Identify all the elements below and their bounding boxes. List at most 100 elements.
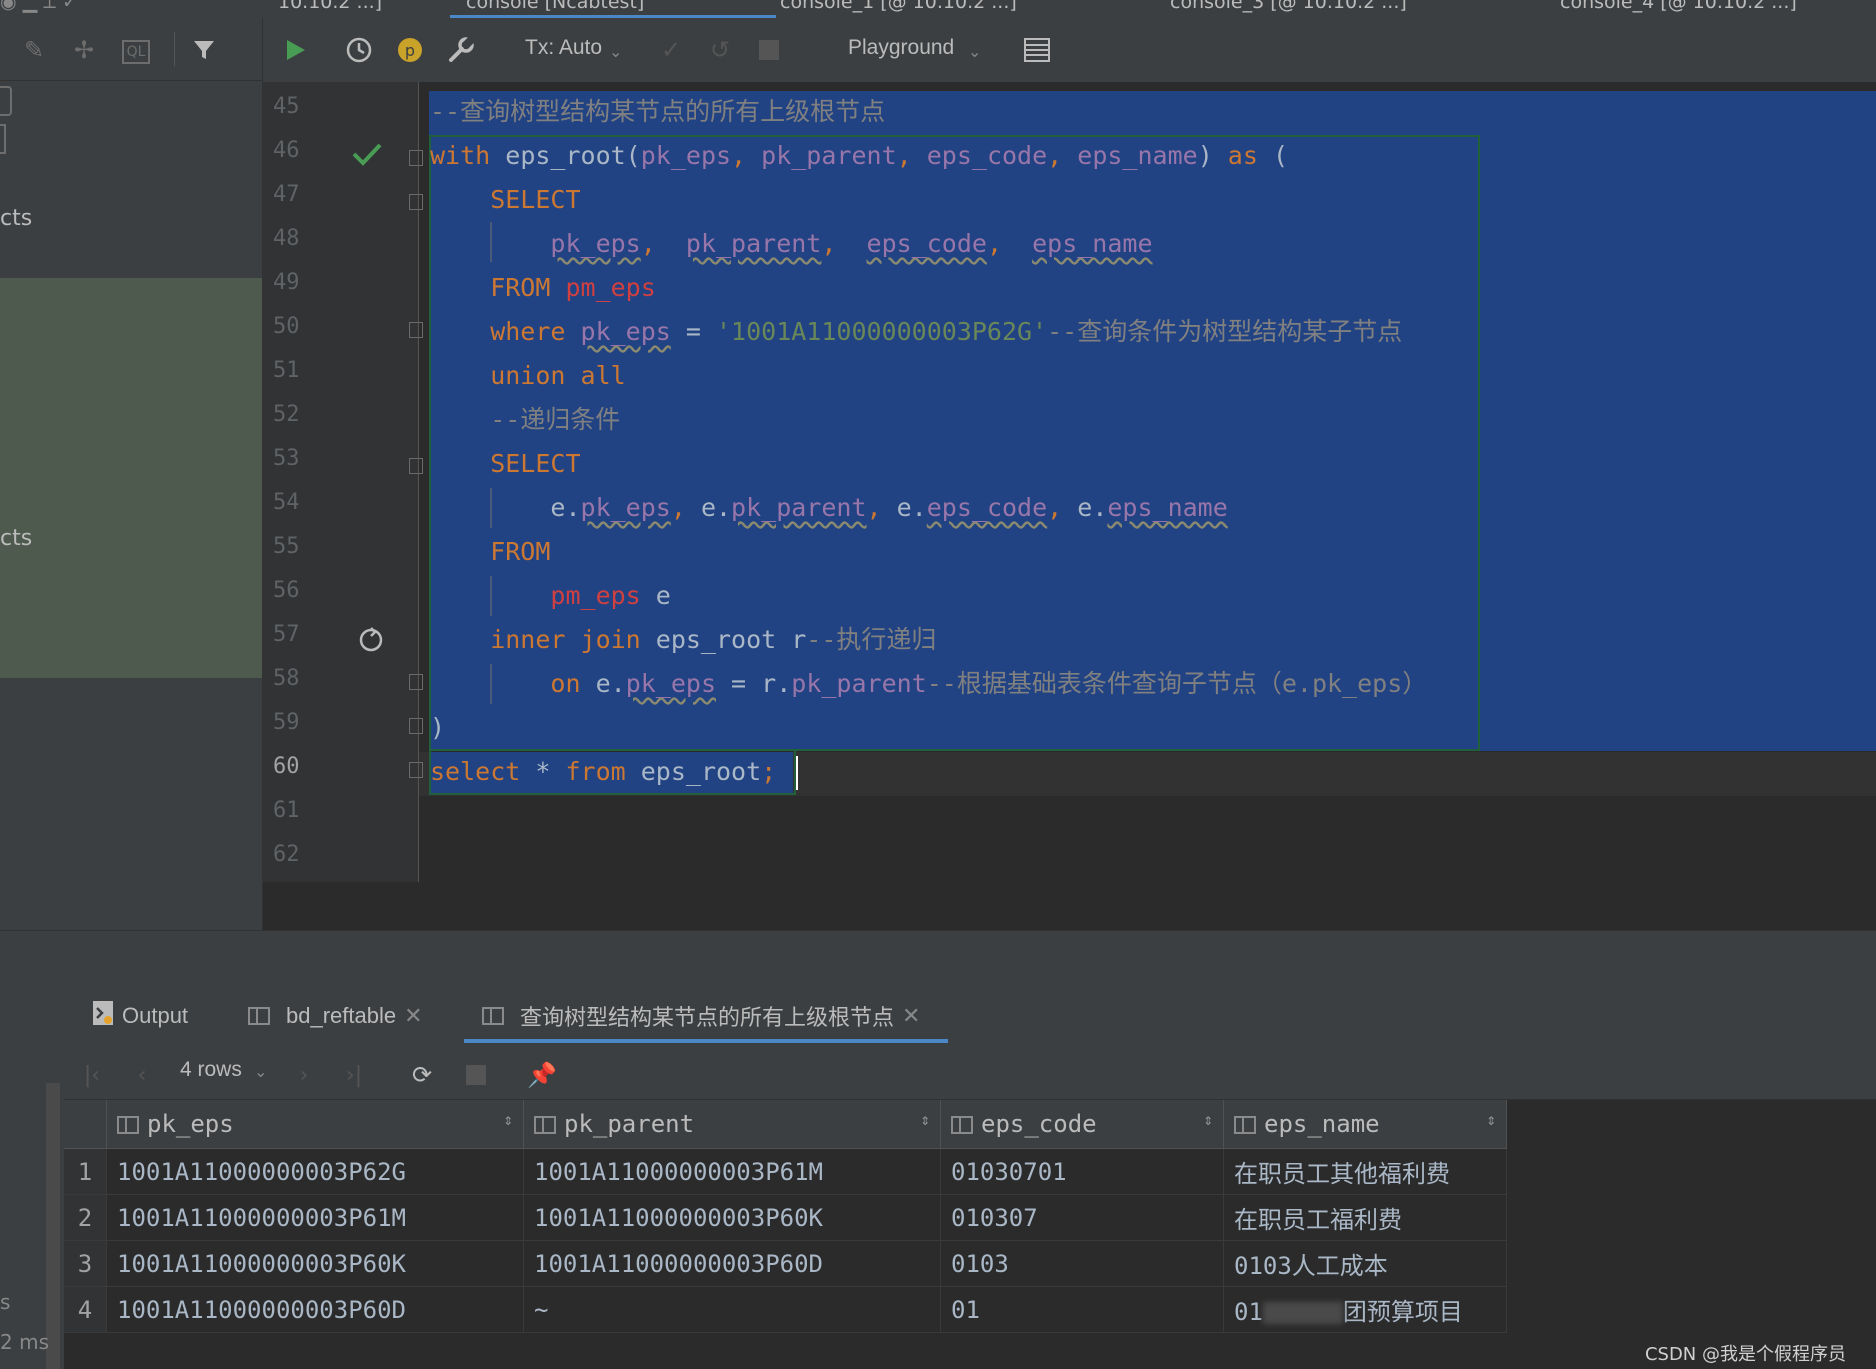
table-cell[interactable]: ~ [523,1286,941,1333]
table-cell[interactable]: 01 [940,1286,1224,1333]
code-line[interactable]: with eps_root(pk_eps, pk_parent, eps_cod… [430,136,1288,176]
file-tab-0[interactable]: 10.10.2 ...] [278,0,382,15]
stop-icon[interactable] [755,36,783,64]
table-cell[interactable]: 0103 [940,1240,1224,1287]
p-badge-icon[interactable]: p [396,36,424,64]
table-row[interactable]: 2 1001A11000000003P61M 1001A11000000003P… [64,1194,1507,1241]
code-token: pk_eps [640,141,732,170]
table-cell[interactable]: 1001A11000000003P60D [106,1286,524,1333]
code-line[interactable]: e.pk_eps, e.pk_parent, e.eps_code, e.eps… [430,488,1227,528]
filter-icon[interactable] [190,36,218,64]
column-header-pk-eps[interactable]: pk_eps ⇕ [106,1100,524,1149]
table-cell[interactable]: 1001A11000000003P60K [523,1194,941,1241]
commit-icon[interactable]: ✓ [657,36,685,64]
jump-icon[interactable]: ✢ [70,36,98,64]
toolbar-icons-partial[interactable]: ◉ ▁ ⟂ ✓ [0,0,78,15]
history-icon[interactable] [345,36,373,64]
column-header-eps-name[interactable]: eps_name ⇕ [1223,1100,1507,1149]
session-dropdown[interactable]: Playground [848,36,954,60]
fold-marker[interactable] [409,194,423,210]
code-line[interactable]: --查询树型结构某节点的所有上级根节点 [430,92,885,132]
chevron-down-icon[interactable]: ⌄ [609,42,622,62]
table-row[interactable]: 3 1001A11000000003P60K 1001A11000000003P… [64,1240,1507,1287]
stop-icon[interactable] [462,1061,490,1089]
ql-console-icon[interactable]: QL [122,40,150,64]
code-line[interactable]: SELECT [430,444,580,484]
chevron-down-icon[interactable]: ⌄ [254,1062,267,1082]
sidebar-item-a[interactable]: cts [0,206,32,231]
edit-icon[interactable]: ✎ [20,36,48,64]
results-tab-output[interactable]: Output [92,1000,188,1032]
close-icon[interactable]: ✕ [902,1003,920,1029]
refresh-icon[interactable]: ⟳ [408,1061,436,1089]
row-number: 4 [64,1286,107,1333]
sort-icon[interactable]: ⇕ [1486,1110,1496,1129]
table-cell[interactable]: 010307 [940,1194,1224,1241]
table-cell[interactable]: 0103人工成本 [1223,1240,1507,1287]
code-line[interactable]: where pk_eps = '1001A11000000003P62G'--查… [430,312,1402,352]
row-count-dropdown[interactable]: 4 rows [180,1058,242,1082]
fold-marker[interactable] [409,718,423,734]
table-row[interactable]: 4 1001A11000000003P60D ~ 01 01 团预算项目 [64,1286,1507,1333]
chevron-down-icon[interactable]: ⌄ [968,42,981,62]
code-line[interactable]: FROM [430,532,550,572]
table-cell[interactable]: 1001A11000000003P61M [523,1148,941,1195]
file-tab-2[interactable]: console_1 [@ 10.10.2 ...] [780,0,1017,15]
first-page-icon[interactable]: |‹ [78,1061,106,1089]
next-page-icon[interactable]: › [290,1061,318,1089]
table-view-icon[interactable] [1023,36,1051,64]
sort-icon[interactable]: ⇕ [503,1110,513,1129]
close-icon[interactable]: ✕ [404,1003,422,1029]
tree-node-box[interactable] [0,124,6,154]
code-line[interactable]: inner join eps_root r--执行递归 [430,620,936,660]
scrollbar[interactable] [46,1083,60,1369]
code-token: , [640,229,686,258]
file-tab-1[interactable]: console [Ncabtest] [450,0,776,19]
column-header-eps-code[interactable]: eps_code ⇕ [940,1100,1224,1149]
code-line[interactable]: --递归条件 [430,400,620,440]
run-icon[interactable] [281,36,309,64]
fold-marker[interactable] [409,762,423,778]
tx-mode-dropdown[interactable]: Tx: Auto [525,36,602,60]
code-line[interactable]: union all [430,356,625,396]
sidebar-item-b[interactable]: cts [0,526,32,551]
table-cell[interactable]: 1001A11000000003P61M [106,1194,524,1241]
last-page-icon[interactable]: ›| [340,1061,368,1089]
fold-marker[interactable] [409,674,423,690]
code-line[interactable]: select * from eps_root; [430,752,776,792]
column-header-pk-parent[interactable]: pk_parent ⇕ [523,1100,941,1149]
table-row[interactable]: 1 1001A11000000003P62G 1001A11000000003P… [64,1148,1507,1195]
table-cell[interactable]: 在职员工福利费 [1223,1194,1507,1241]
table-cell[interactable]: 1001A11000000003P60K [106,1240,524,1287]
code-line[interactable]: pk_eps, pk_parent, eps_code, eps_name [430,224,1152,264]
rollback-icon[interactable]: ↺ [706,36,734,64]
file-tab-3[interactable]: console_3 [@ 10.10.2 ...] [1170,0,1407,15]
wrench-icon[interactable] [447,36,475,64]
code-token: , [896,141,927,170]
text-caret [796,756,798,790]
file-tab-4[interactable]: console_4 [@ 10.10.2 ...] [1560,0,1797,15]
results-tab-query[interactable]: 查询树型结构某节点的所有上级根节点 ✕ [482,1000,920,1032]
table-cell-redacted[interactable]: 01 团预算项目 [1223,1286,1507,1333]
table-cell[interactable]: 01030701 [940,1148,1224,1195]
sort-icon[interactable]: ⇕ [920,1110,930,1129]
fold-marker[interactable] [409,150,423,166]
sort-icon[interactable]: ⇕ [1203,1110,1213,1129]
line-number: 45 [273,94,300,119]
explorer-toolbar: ✎ ✢ QL [0,18,262,81]
results-tab-bd-reftable[interactable]: bd_reftable ✕ [248,1000,423,1032]
table-cell[interactable]: 1001A11000000003P62G [106,1148,524,1195]
code-line[interactable]: ) [430,708,445,748]
code-line[interactable]: SELECT [430,180,580,220]
fold-marker[interactable] [409,322,423,338]
prev-page-icon[interactable]: ‹ [128,1061,156,1089]
code-line[interactable]: pm_eps e [430,576,670,616]
code-line[interactable]: FROM pm_eps [430,268,656,308]
tree-node-box[interactable] [0,86,12,116]
table-cell[interactable]: 1001A11000000003P60D [523,1240,941,1287]
table-cell[interactable]: 在职员工其他福利费 [1223,1148,1507,1195]
pin-icon[interactable]: 📌 [527,1061,557,1089]
code-line[interactable]: on e.pk_eps = r.pk_parent--根据基础表条件查询子节点（… [430,664,1427,704]
fold-marker[interactable] [409,458,423,474]
